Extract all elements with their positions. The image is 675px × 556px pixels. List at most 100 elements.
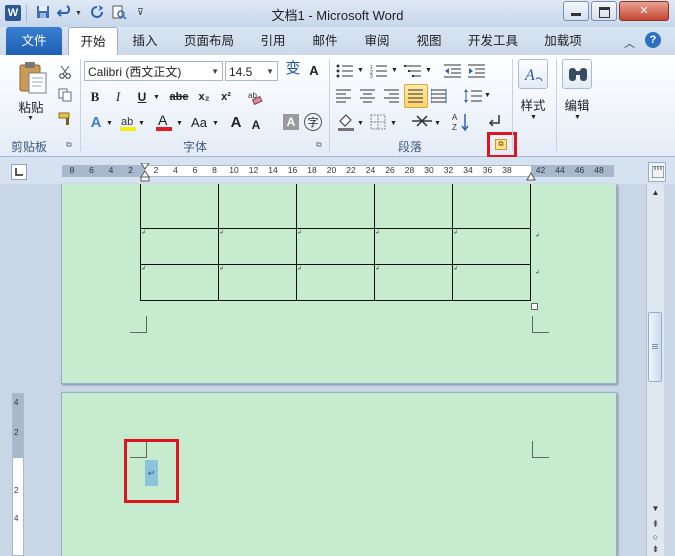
grow-font-button[interactable]: A: [228, 113, 244, 133]
close-button[interactable]: ✕: [619, 1, 669, 21]
numbering-dropdown-arrow[interactable]: ▼: [391, 67, 398, 74]
table-cell[interactable]: ↲: [452, 264, 531, 301]
underline-button[interactable]: U: [133, 87, 151, 107]
bullets-dropdown-arrow[interactable]: ▼: [357, 67, 364, 74]
shading-dropdown-arrow[interactable]: ▼: [357, 120, 364, 127]
tab-file[interactable]: 文件: [6, 27, 62, 55]
align-right-icon[interactable]: [384, 89, 400, 103]
strikethrough-button[interactable]: abe: [166, 87, 192, 107]
table-cell[interactable]: ↲: [218, 264, 297, 301]
table-resize-handle[interactable]: [531, 303, 538, 310]
align-left-icon[interactable]: [336, 89, 352, 103]
font-name-combo[interactable]: Calibri (西文正文) ▼: [84, 61, 223, 81]
scroll-down-icon[interactable]: ▼: [649, 503, 662, 515]
table-cell[interactable]: ↲: [374, 228, 453, 265]
borders-icon[interactable]: [370, 114, 386, 130]
enclose-characters-button[interactable]: 字: [304, 113, 322, 131]
decrease-indent-icon[interactable]: [444, 64, 462, 78]
view-ruler-icon[interactable]: [648, 162, 666, 182]
subscript-button[interactable]: x₂: [194, 87, 214, 107]
tab-view[interactable]: 视图: [408, 27, 450, 55]
minimize-button[interactable]: [563, 1, 589, 21]
table-cell[interactable]: [296, 184, 375, 229]
styles-button-label[interactable]: 样式: [516, 95, 550, 114]
numbering-icon[interactable]: 123: [370, 64, 388, 80]
tab-developer[interactable]: 开发工具: [460, 27, 526, 55]
clear-formatting-icon[interactable]: A: [304, 61, 324, 81]
tab-page-layout[interactable]: 页面布局: [176, 27, 242, 55]
document-table[interactable]: ↲ ↲ ↲ ↲ ↲ ↲ ↲ ↲ ↲ ↲: [140, 184, 531, 301]
borders-dropdown-arrow[interactable]: ▼: [390, 120, 397, 127]
find-binoculars-icon[interactable]: [562, 59, 592, 89]
table-cell[interactable]: ↲: [374, 264, 453, 301]
font-color-icon[interactable]: A: [154, 112, 174, 132]
table-cell[interactable]: [140, 184, 219, 229]
table-cell[interactable]: ↲: [140, 228, 219, 265]
tab-references[interactable]: 引用: [252, 27, 294, 55]
paste-icon[interactable]: [16, 61, 50, 95]
scroll-up-icon[interactable]: ▲: [649, 186, 662, 200]
highlight-dropdown-arrow[interactable]: ▼: [138, 120, 145, 127]
character-shading-button[interactable]: A: [283, 114, 299, 130]
multilevel-dropdown-arrow[interactable]: ▼: [425, 67, 432, 74]
editing-dropdown-arrow[interactable]: ▼: [574, 114, 581, 121]
editing-button-label[interactable]: 编辑: [560, 95, 594, 114]
tab-review[interactable]: 审阅: [356, 27, 398, 55]
phonetic-guide-icon[interactable]: 变: [283, 59, 303, 79]
table-cell[interactable]: ↲: [296, 264, 375, 301]
table-cell[interactable]: ↲: [218, 228, 297, 265]
sort-icon[interactable]: AZ: [452, 112, 470, 132]
copy-icon[interactable]: [58, 88, 72, 102]
line-spacing-dropdown-arrow[interactable]: ▼: [484, 92, 491, 99]
tab-mailings[interactable]: 邮件: [304, 27, 346, 55]
paste-dropdown-arrow[interactable]: ▼: [27, 115, 34, 122]
table-cell[interactable]: ↲: [296, 228, 375, 265]
styles-icon[interactable]: A: [518, 59, 548, 89]
align-center-icon[interactable]: [360, 89, 376, 103]
chinese-layout-dropdown-arrow[interactable]: ▼: [434, 120, 441, 127]
increase-indent-icon[interactable]: [468, 64, 486, 78]
tab-insert[interactable]: 插入: [124, 27, 166, 55]
table-cell[interactable]: ↲: [452, 228, 531, 265]
multilevel-list-icon[interactable]: [404, 64, 422, 78]
vertical-ruler[interactable]: 4 2 2 4: [12, 393, 24, 556]
scrollbar-thumb[interactable]: [648, 312, 662, 382]
justify-button[interactable]: [404, 84, 428, 108]
table-cell[interactable]: [374, 184, 453, 229]
bullets-icon[interactable]: [336, 64, 354, 78]
table-cell[interactable]: [452, 184, 531, 229]
format-painter-icon[interactable]: [58, 112, 74, 126]
next-page-icon[interactable]: ⇟: [649, 543, 662, 555]
italic-button[interactable]: I: [109, 87, 127, 107]
minimize-ribbon-icon[interactable]: ︿: [624, 35, 635, 51]
clear-format-eraser-icon[interactable]: ab: [247, 89, 263, 106]
underline-dropdown-arrow[interactable]: ▼: [153, 94, 160, 101]
cut-icon[interactable]: [58, 65, 72, 79]
shading-icon[interactable]: [337, 113, 355, 131]
shrink-font-button[interactable]: A: [249, 115, 263, 135]
table-cell[interactable]: [218, 184, 297, 229]
clipboard-launcher-icon[interactable]: ⧉: [66, 140, 76, 150]
chinese-layout-icon[interactable]: [411, 113, 433, 129]
tab-home[interactable]: 开始: [68, 27, 118, 56]
previous-page-icon[interactable]: ⇞: [649, 518, 662, 530]
font-launcher-icon[interactable]: ⧉: [316, 140, 326, 150]
change-case-dropdown-arrow[interactable]: ▼: [212, 120, 219, 127]
document-page-1[interactable]: ↲ ↲ ↲ ↲ ↲ ↲ ↲ ↲ ↲ ↲ ↲ ↲: [61, 184, 617, 384]
font-size-combo[interactable]: 14.5 ▼: [225, 61, 278, 81]
change-case-button[interactable]: Aa: [188, 113, 210, 133]
paste-button-label[interactable]: 粘贴: [14, 97, 48, 116]
text-effects-icon[interactable]: A: [86, 113, 106, 133]
font-color-dropdown-arrow[interactable]: ▼: [176, 120, 183, 127]
distributed-icon[interactable]: [430, 89, 447, 103]
highlight-icon[interactable]: ab: [118, 113, 138, 133]
help-icon[interactable]: ?: [645, 32, 661, 48]
tab-addins[interactable]: 加载项: [536, 27, 590, 55]
indent-markers-icon[interactable]: [140, 162, 150, 182]
select-browse-object-icon[interactable]: ○: [649, 531, 662, 543]
maximize-button[interactable]: [591, 1, 617, 21]
line-spacing-icon[interactable]: [463, 88, 483, 104]
right-indent-marker-icon[interactable]: [526, 170, 536, 181]
tab-selector-icon[interactable]: [11, 164, 27, 180]
table-cell[interactable]: ↲: [140, 264, 219, 301]
